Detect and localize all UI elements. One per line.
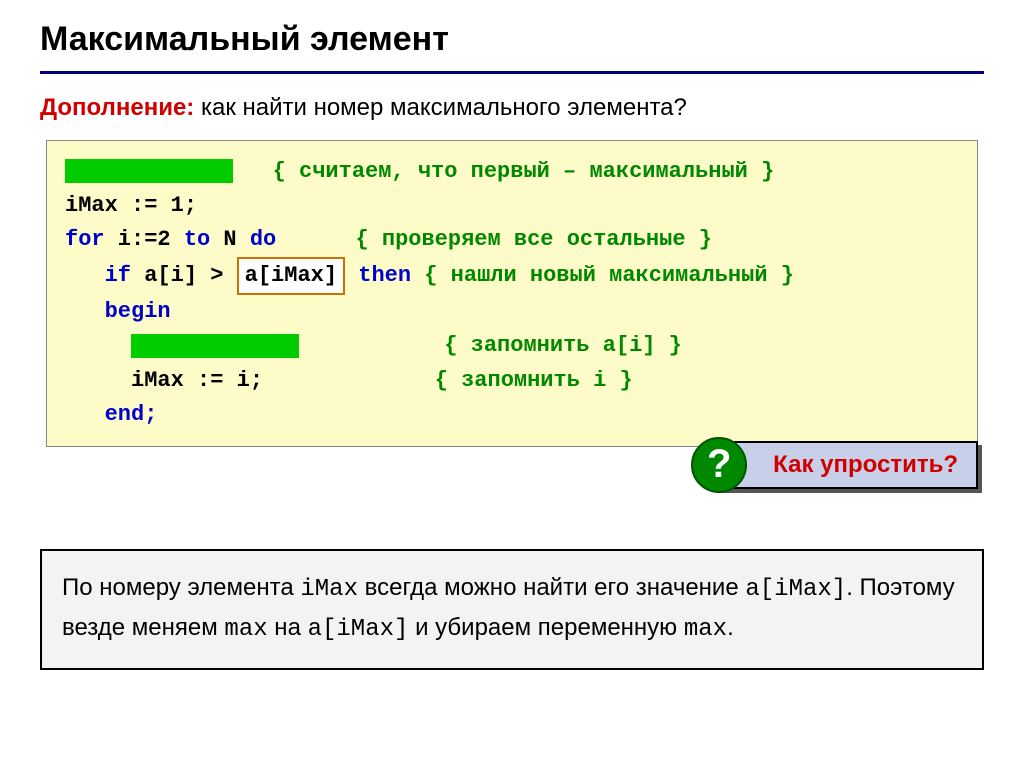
note-mono: max	[684, 616, 727, 643]
kw-to: to	[184, 227, 210, 252]
note-text: на	[268, 614, 308, 641]
kw-end: end;	[105, 402, 158, 427]
code-line-4: if a[i] > a[iMax] then { нашли новый мак…	[65, 257, 959, 295]
code-line-2: iMax := 1;	[65, 189, 959, 223]
code-comment: { запомнить a[i] }	[444, 333, 682, 358]
callout-text: Как упростить?	[773, 451, 958, 478]
note-mono: iMax	[300, 576, 358, 603]
code-text: N	[210, 227, 250, 252]
code-comment: { проверяем все остальные }	[355, 227, 711, 252]
boxed-expr: a[iMax]	[237, 257, 345, 295]
code-text: a[i] >	[131, 263, 237, 288]
note-text: .	[727, 614, 734, 641]
code-text: iMax := i;	[131, 368, 263, 393]
code-comment: { считаем, что первый – максимальный }	[273, 159, 775, 184]
page-title: Максимальный элемент	[40, 20, 984, 74]
code-line-7: iMax := i; { запомнить i }	[65, 364, 959, 398]
note-text: и убираем переменную	[408, 614, 683, 641]
code-text: i:=2	[105, 227, 184, 252]
callout-box: ? Как упростить?	[715, 441, 978, 489]
note-text: всегда можно найти его значение	[358, 574, 745, 601]
note-mono: a[iMax]	[745, 576, 846, 603]
code-line-3: for i:=2 to N do { проверяем все остальн…	[65, 223, 959, 257]
code-line-1: { считаем, что первый – максимальный }	[65, 155, 959, 189]
subtitle: Дополнение: как найти номер максимальног…	[40, 94, 984, 122]
code-line-5: begin	[65, 295, 959, 329]
code-line-6: { запомнить a[i] }	[65, 329, 959, 363]
note-mono: max	[224, 616, 267, 643]
kw-begin: begin	[105, 299, 171, 324]
code-comment: { нашли новый максимальный }	[411, 263, 794, 288]
subtitle-label: Дополнение:	[40, 94, 194, 121]
hidden-code-highlight	[65, 159, 233, 183]
kw-if: if	[105, 263, 131, 288]
kw-for: for	[65, 227, 105, 252]
subtitle-text: как найти номер максимального элемента?	[194, 94, 687, 121]
note-block: По номеру элемента iMax всегда можно най…	[40, 549, 984, 670]
code-block: { считаем, что первый – максимальный } i…	[46, 140, 978, 447]
code-line-8: end;	[65, 398, 959, 432]
hidden-code-highlight	[131, 334, 299, 358]
note-text: По номеру элемента	[62, 574, 300, 601]
kw-do: do	[250, 227, 276, 252]
kw-then: then	[345, 263, 411, 288]
question-icon: ?	[691, 437, 747, 493]
note-mono: a[iMax]	[308, 616, 409, 643]
code-comment: { запомнить i }	[435, 368, 633, 393]
